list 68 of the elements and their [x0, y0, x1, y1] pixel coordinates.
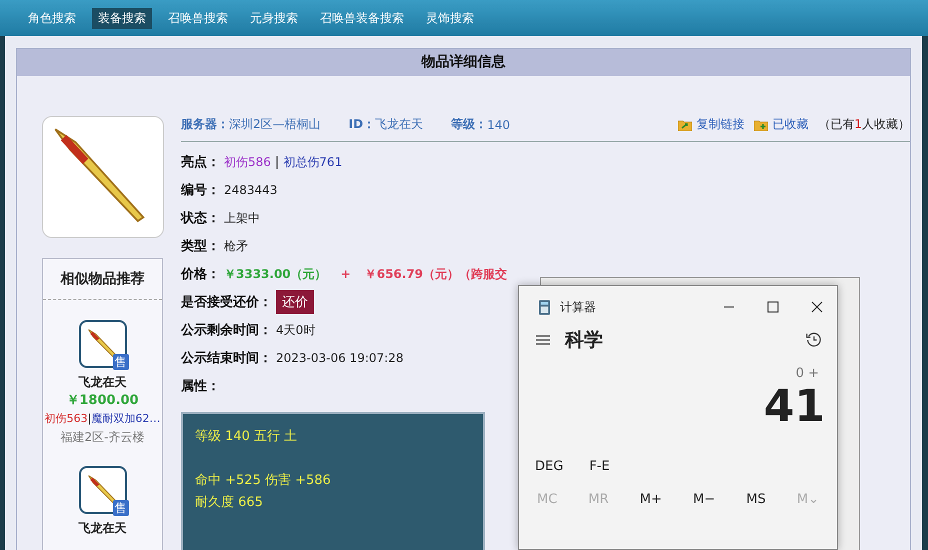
calculator-display: 41: [762, 381, 826, 433]
field-label: 公示剩余时间：: [181, 322, 272, 339]
server-value: 深圳2区—梧桐山: [229, 116, 321, 133]
field-label: 编号：: [181, 182, 220, 199]
memory-button[interactable]: M−: [687, 488, 722, 511]
field-value: 2023-03-06 19:07:28: [276, 351, 404, 365]
item-thumbnail[interactable]: 售: [78, 320, 126, 368]
field-value: 4天0时: [276, 322, 316, 338]
favorite-count-note: （已有1人收藏）: [818, 116, 910, 133]
recommend-title: 相似物品推荐: [43, 259, 162, 300]
menu-icon[interactable]: [535, 334, 551, 346]
item-price: ￥1800.00: [66, 392, 139, 409]
field-label: 状态：: [181, 210, 220, 227]
field-label: 价格：: [181, 266, 220, 283]
sale-badge: 售: [112, 354, 128, 370]
item-name[interactable]: 飞龙在天: [78, 374, 126, 391]
field-label: 公示结束时间：: [181, 350, 272, 367]
mode-toggle-button[interactable]: DEG: [529, 455, 570, 478]
nav-tab[interactable]: 灵饰搜索: [420, 8, 480, 28]
nav-tab[interactable]: 召唤兽搜索: [162, 8, 234, 28]
price-text: ￥656.79（元）（跨服交: [364, 266, 508, 282]
counter-offer-button[interactable]: 还价: [276, 290, 314, 314]
mode-toggle-button[interactable]: F-E: [583, 455, 616, 478]
highlight-tag: 初总伤761: [283, 154, 342, 170]
field-label: 是否接受还价：: [181, 294, 272, 311]
history-icon[interactable]: [805, 331, 823, 349]
level-value: 140: [487, 118, 510, 132]
field-value: 上架中: [224, 210, 260, 226]
attribute-line: 等级 140 五行 土: [195, 428, 298, 446]
window-title: 计算器: [560, 298, 596, 316]
item-server: 福建2区-齐云楼: [60, 429, 144, 446]
memory-button[interactable]: MS: [740, 488, 772, 511]
folder-plus-icon: [754, 118, 768, 130]
item-thumbnail[interactable]: 售: [78, 466, 126, 514]
field-label: 类型：: [181, 238, 220, 255]
id-value: 飞龙在天: [375, 116, 424, 133]
folder-arrow-icon: [678, 118, 692, 130]
field-value: 2483443: [224, 183, 278, 197]
maximize-icon[interactable]: [767, 301, 779, 313]
sale-badge: 售: [112, 500, 128, 516]
expression-text: 0 +: [794, 366, 820, 381]
item-name[interactable]: 飞龙在天: [78, 520, 126, 537]
field-label: 属性：: [181, 378, 220, 395]
server-label: 服务器：: [181, 116, 229, 133]
level-label: 等级：: [451, 116, 488, 133]
field-value: 枪矛: [224, 238, 248, 254]
nav-tab[interactable]: 召唤兽装备搜索: [314, 8, 410, 28]
calculator-mode: 科学: [565, 328, 603, 353]
nav-tab[interactable]: 角色搜索: [22, 8, 82, 28]
calculator-icon: [539, 300, 550, 314]
field-label: 亮点：: [181, 154, 220, 171]
id-label: ID：: [348, 116, 376, 133]
highlight-tag: 初伤563: [44, 412, 88, 425]
attribute-line: 命中 +525 伤害 +586: [195, 472, 332, 490]
price-text: ￥3333.00（元）: [224, 266, 327, 282]
memory-button[interactable]: M+: [634, 488, 668, 511]
highlight-tag: 魔耐双加62…: [91, 412, 160, 425]
highlight-tag: 初伤586: [224, 154, 271, 170]
close-icon[interactable]: [811, 301, 823, 313]
panel-title: 物品详细信息: [17, 49, 910, 76]
nav-tab[interactable]: 元身搜索: [244, 8, 304, 28]
nav-tab[interactable]: 装备搜索: [92, 8, 152, 28]
attribute-line: 耐久度 665: [195, 494, 264, 512]
tag-separator: |: [274, 154, 280, 170]
tag-separator: |: [88, 412, 92, 425]
action-link[interactable]: 已收藏: [772, 116, 808, 133]
price-text: +: [340, 267, 351, 281]
action-link[interactable]: 复制链接: [696, 116, 744, 133]
